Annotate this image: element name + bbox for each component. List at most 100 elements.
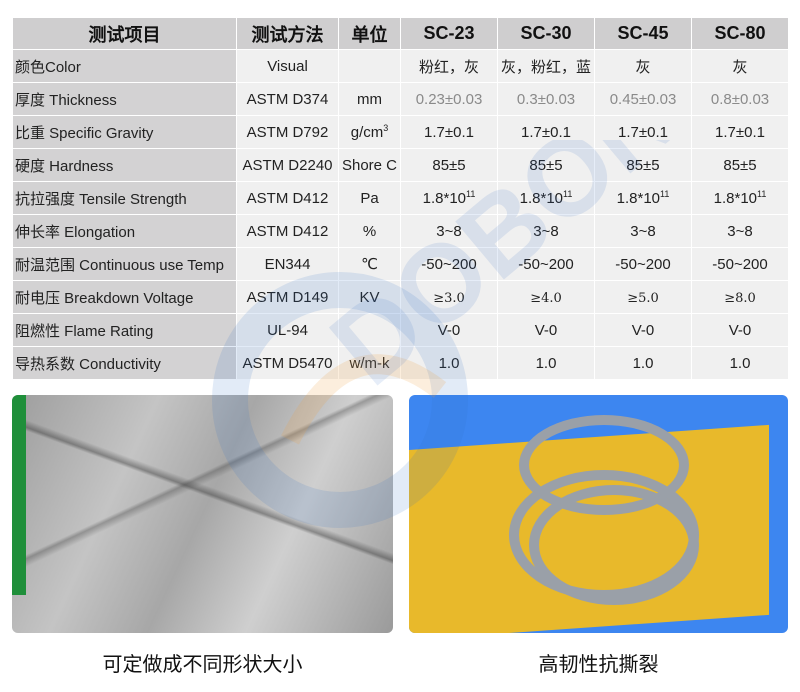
- cell-test-method: ASTM D412: [236, 181, 339, 215]
- cell-value: V-0: [400, 313, 498, 347]
- value-text: 0.23±0.03: [415, 90, 483, 108]
- value-text: ≥3.0: [433, 290, 465, 306]
- value-text: 1.0: [729, 354, 751, 372]
- table-row: 耐温范围 Continuous use Temp EN344 ℃ -50~200 -50…: [12, 247, 789, 281]
- value-text: 1.8*10: [713, 190, 758, 207]
- cell-value: -50~200: [400, 247, 498, 281]
- cell-test-item: 耐电压 Breakdown Voltage: [12, 280, 237, 314]
- cell-test-item: 比重 Specific Gravity: [12, 115, 237, 149]
- table-row: 阻燃性 Flame Rating UL-94 V-0 V-0 V-0 V-0: [12, 313, 789, 347]
- cell-value: 3~8: [691, 214, 789, 248]
- cell-test-method: ASTM D2240: [236, 148, 339, 182]
- value-text: 85±5: [723, 156, 757, 174]
- cell-value: 1.0: [594, 346, 692, 380]
- cell-test-method: UL-94: [236, 313, 339, 347]
- header-unit: 单位: [338, 17, 401, 50]
- value-text: 85±5: [529, 156, 563, 174]
- cell-test-method: Visual: [236, 49, 339, 83]
- value-text: 1.0: [632, 354, 654, 372]
- header-sc80: SC-80: [691, 17, 789, 50]
- silicone-strip-ring: [529, 485, 699, 605]
- cell-value: ≥5.0: [594, 280, 692, 314]
- cell-value: 灰，粉红，蓝: [497, 49, 595, 83]
- cell-value: 灰: [691, 49, 789, 83]
- value-text: 85±5: [432, 156, 466, 174]
- cell-value: ≥3.0: [400, 280, 498, 314]
- cell-value: -50~200: [497, 247, 595, 281]
- cell-value: -50~200: [691, 247, 789, 281]
- cell-value: 3~8: [497, 214, 595, 248]
- value-text: 3~8: [727, 222, 753, 240]
- value-text: -50~200: [518, 255, 574, 273]
- cell-value: 1.7±0.1: [691, 115, 789, 149]
- value-text: ≥4.0: [530, 290, 562, 306]
- cell-test-method: ASTM D374: [236, 82, 339, 116]
- value-text: ≥5.0: [627, 290, 659, 306]
- cell-value: 3~8: [594, 214, 692, 248]
- cell-value: 1.7±0.1: [594, 115, 692, 149]
- table-row: 抗拉强度 Tensile Strength ASTM D412 Pa 1.8*1011…: [12, 181, 789, 215]
- cell-value: 1.0: [497, 346, 595, 380]
- cell-unit: Shore C: [338, 148, 401, 182]
- cell-value: 1.8*1011: [497, 181, 595, 215]
- value-text: 0.8±0.03: [710, 90, 770, 108]
- cell-test-item: 厚度 Thickness: [12, 82, 237, 116]
- value-text: -50~200: [421, 255, 477, 273]
- cell-unit: mm: [338, 82, 401, 116]
- table-row: 导热系数 Conductivity ASTM D5470 w/m-k 1.0 1.0 1.…: [12, 346, 789, 380]
- cell-test-method: ASTM D149: [236, 280, 339, 314]
- value-text: 粉红，灰: [418, 58, 479, 76]
- value-text: 0.3±0.03: [516, 90, 576, 108]
- cell-value: 1.8*1011: [594, 181, 692, 215]
- cell-value: V-0: [497, 313, 595, 347]
- cell-value: 灰: [594, 49, 692, 83]
- cell-value: 85±5: [400, 148, 498, 182]
- cell-test-method: ASTM D792: [236, 115, 339, 149]
- value-exponent: 11: [757, 189, 767, 199]
- cell-value: 85±5: [594, 148, 692, 182]
- cell-value: 1.8*1011: [691, 181, 789, 215]
- cell-unit: [338, 313, 401, 347]
- cell-value: 0.45±0.03: [594, 82, 692, 116]
- table-row: 比重 Specific Gravity ASTM D792 g/cm3 1.7±0.1…: [12, 115, 789, 149]
- value-text: V-0: [437, 321, 461, 339]
- cell-unit: w/m-k: [338, 346, 401, 380]
- cell-test-item: 颜色Color: [12, 49, 237, 83]
- cell-unit: g/cm3: [338, 115, 401, 149]
- table-row: 厚度 Thickness ASTM D374 mm 0.23±0.03 0.3±0.03…: [12, 82, 789, 116]
- header-test-method: 测试方法: [236, 17, 339, 50]
- value-text: 1.7±0.1: [521, 123, 571, 141]
- value-text: 1.0: [438, 354, 460, 372]
- cell-value: 1.8*1011: [400, 181, 498, 215]
- green-tray-edge: [12, 395, 26, 595]
- cell-unit: ℃: [338, 247, 401, 281]
- cell-test-item: 抗拉强度 Tensile Strength: [12, 181, 237, 215]
- value-text: V-0: [534, 321, 558, 339]
- table-header-row: 测试项目 测试方法 单位 SC-23 SC-30 SC-45 SC-80: [12, 17, 789, 50]
- value-text: -50~200: [712, 255, 768, 273]
- cell-value: ≥4.0: [497, 280, 595, 314]
- cut-shapes-photo: [12, 395, 393, 633]
- cell-value: 0.8±0.03: [691, 82, 789, 116]
- header-sc45: SC-45: [594, 17, 692, 50]
- header-test-item: 测试项目: [12, 17, 237, 50]
- left-photo-caption: 可定做成不同形状大小: [102, 654, 303, 676]
- cell-value: ≥8.0: [691, 280, 789, 314]
- table-row: 硬度 Hardness ASTM D2240 Shore C 85±5 85±5 85±5…: [12, 148, 789, 182]
- tear-resistant-strips-photo: [409, 395, 788, 633]
- cell-test-method: ASTM D412: [236, 214, 339, 248]
- cell-value: 粉红，灰: [400, 49, 498, 83]
- header-sc30: SC-30: [497, 17, 595, 50]
- table-row: 伸长率 Elongation ASTM D412% 3~8 3~8 3~8 3~8: [12, 214, 789, 248]
- cell-value: 1.0: [691, 346, 789, 380]
- header-sc23: SC-23: [400, 17, 498, 50]
- spec-table: 测试项目 测试方法 单位 SC-23 SC-30 SC-45 SC-80 颜色C…: [12, 17, 789, 380]
- cell-test-item: 阻燃性 Flame Rating: [12, 313, 237, 347]
- unit-exponent: 3: [383, 123, 389, 133]
- value-text: 1.8*10: [422, 190, 467, 207]
- cell-unit: Pa: [338, 181, 401, 215]
- value-text: 85±5: [626, 156, 660, 174]
- value-text: 1.8*10: [616, 190, 661, 207]
- cell-value: 85±5: [691, 148, 789, 182]
- cell-value: 3~8: [400, 214, 498, 248]
